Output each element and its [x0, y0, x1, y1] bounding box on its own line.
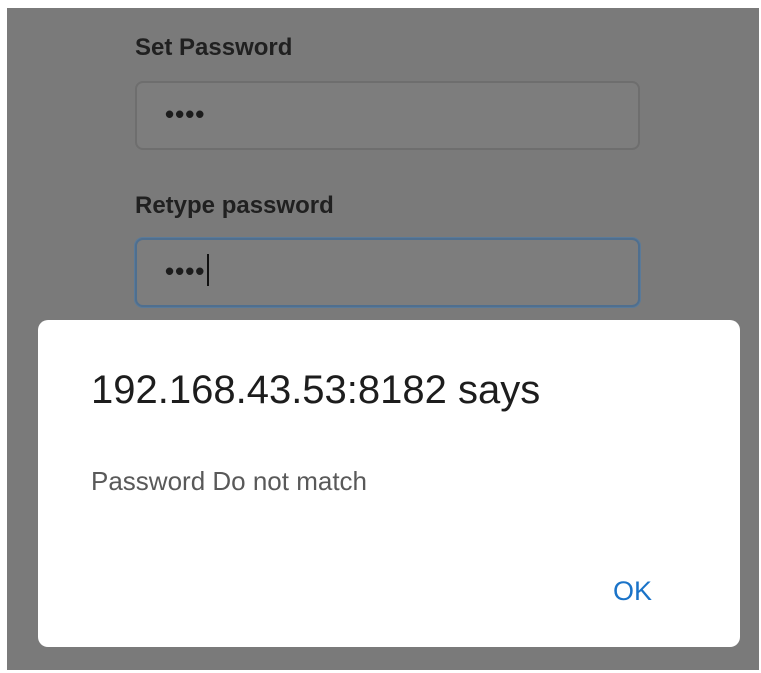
app-screen: Set Password •••• Retype password •••• 1…	[7, 8, 759, 670]
set-password-input[interactable]: ••••	[135, 81, 640, 150]
retype-password-input[interactable]: ••••	[135, 238, 640, 307]
ok-button[interactable]: OK	[613, 576, 652, 607]
alert-dialog: 192.168.43.53:8182 says Password Do not …	[38, 320, 740, 647]
set-password-label: Set Password	[135, 34, 293, 61]
dialog-message: Password Do not match	[91, 466, 368, 496]
retype-password-value: ••••	[165, 256, 206, 286]
retype-password-label: Retype password	[135, 192, 334, 219]
text-cursor	[207, 254, 210, 287]
set-password-value: ••••	[165, 99, 206, 129]
dialog-title: 192.168.43.53:8182 says	[91, 368, 541, 412]
